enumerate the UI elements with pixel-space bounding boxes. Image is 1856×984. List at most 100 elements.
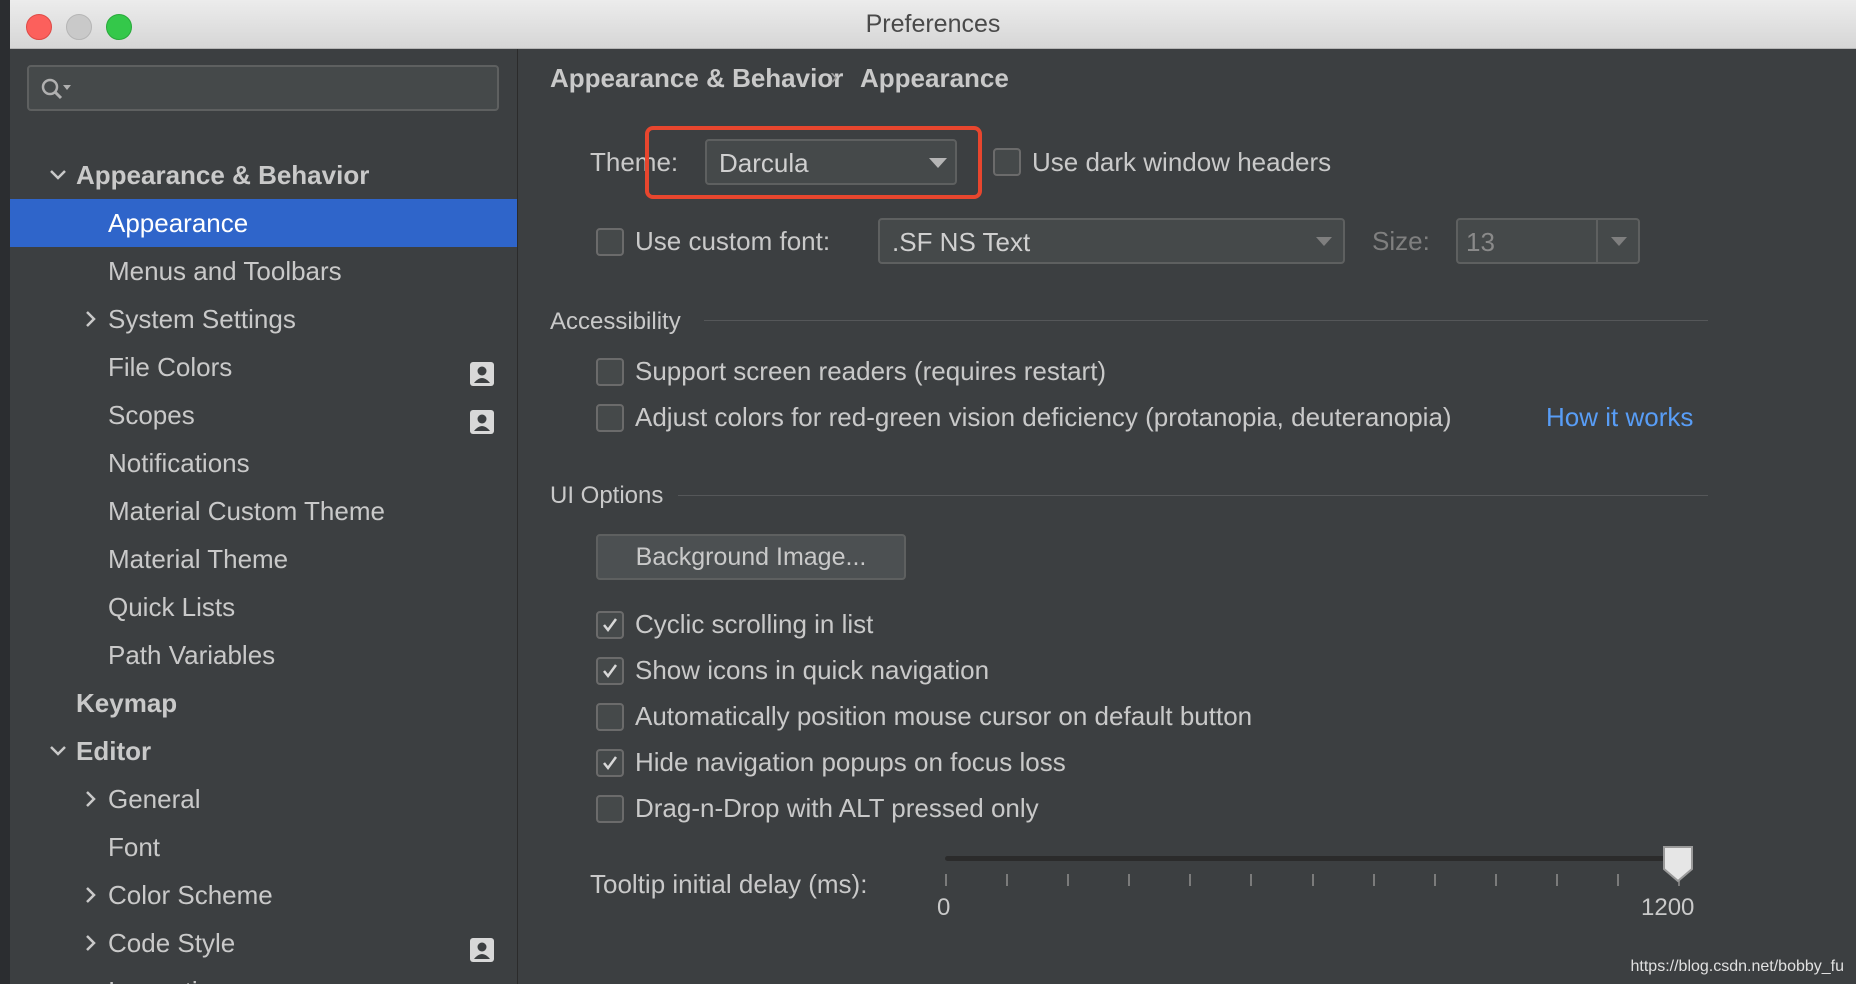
chevron-right-icon[interactable] [78,931,102,955]
sidebar-item-code-style[interactable]: Code Style [10,919,517,967]
slider-tick [1067,874,1069,886]
appearance-settings-panel: Appearance & Behavior › Appearance Theme… [518,49,1856,984]
sidebar-item-general[interactable]: General [10,775,517,823]
sidebar-item-appearance-behavior[interactable]: Appearance & Behavior [10,151,517,199]
settings-search-input[interactable] [27,65,499,111]
chevron-right-icon[interactable] [78,787,102,811]
sidebar-item-menus-and-toolbars[interactable]: Menus and Toolbars [10,247,517,295]
sidebar-item-label: Font [108,832,161,862]
slider-tick [1373,874,1375,886]
combo-divider [1596,220,1598,262]
project-icon [469,402,495,434]
project-icon [469,354,495,386]
background-image-button[interactable]: Background Image... [596,534,906,580]
sidebar-item-label: System Settings [108,304,296,334]
hide-navigation-popups-on-focus-loss-checkbox[interactable] [596,749,624,777]
custom-font-dropdown[interactable]: .SF NS Text [878,218,1345,264]
chevron-down-icon [1600,220,1640,262]
sidebar-item-color-scheme[interactable]: Color Scheme [10,871,517,919]
color-deficiency-label: Adjust colors for red-green vision defic… [635,402,1452,432]
watermark-text: https://blog.csdn.net/bobby_fu [1630,958,1844,975]
accessibility-section-title: Accessibility [550,308,681,335]
slider-tick [1617,874,1619,886]
tooltip-delay-slider-thumb[interactable] [1662,845,1694,883]
color-deficiency-checkbox[interactable] [596,404,624,432]
slider-tick [945,874,947,886]
chevron-down-icon [1305,220,1345,262]
font-size-label: Size: [1372,226,1430,256]
sidebar-item-appearance[interactable]: Appearance [10,199,517,247]
chevron-down-icon[interactable] [46,739,70,763]
screen-readers-checkbox[interactable] [596,358,624,386]
slider-tick [1495,874,1497,886]
sidebar-item-label: Appearance [108,208,249,238]
section-divider [704,320,1708,321]
slider-tick [1128,874,1130,886]
sidebar-item-path-variables[interactable]: Path Variables [10,631,517,679]
hide-navigation-popups-on-focus-loss-label: Hide navigation popups on focus loss [635,747,1066,777]
breadcrumb-separator: › [830,63,838,90]
sidebar-item-label: Material Custom Theme [108,496,385,526]
breadcrumb-parent[interactable]: Appearance & Behavior [550,63,843,94]
chevron-right-icon[interactable] [78,307,102,331]
window-title: Preferences [865,10,1001,38]
custom-font-value: .SF NS Text [892,227,1031,257]
sidebar-item-notifications[interactable]: Notifications [10,439,517,487]
drag-n-drop-with-alt-pressed-only-checkbox[interactable] [596,795,624,823]
dark-window-headers-label: Use dark window headers [1032,147,1332,177]
annotation-highlight-box [645,126,982,199]
sidebar-item-font[interactable]: Font [10,823,517,871]
dark-window-headers-checkbox[interactable] [993,148,1021,176]
custom-font-label: Use custom font: [635,226,831,256]
sidebar-item-label: Material Theme [108,544,289,574]
slider-tick [1006,874,1008,886]
search-icon [39,75,75,103]
drag-n-drop-with-alt-pressed-only-label: Drag-n-Drop with ALT pressed only [635,793,1039,823]
sidebar-item-label: File Colors [108,352,233,382]
settings-sidebar: Appearance & Behavior Appearance Menus and… [10,49,518,984]
section-divider [678,495,1708,496]
sidebar-item-editor[interactable]: Editor [10,727,517,775]
sidebar-item-inspections[interactable]: Inspections [10,967,517,984]
sidebar-item-system-settings[interactable]: System Settings [10,295,517,343]
slider-tick [1312,874,1314,886]
chevron-right-icon[interactable] [78,883,102,907]
sidebar-item-label: Scopes [108,400,195,430]
tooltip-delay-label: Tooltip initial delay (ms): [590,869,868,899]
sidebar-item-label: Appearance & Behavior [76,160,370,190]
sidebar-item-quick-lists[interactable]: Quick Lists [10,583,517,631]
sidebar-item-label: Notifications [108,448,250,478]
tooltip-delay-slider-track[interactable] [945,856,1678,861]
slider-max-label: 1200 [1641,894,1695,921]
cyclic-scrolling-in-list-checkbox[interactable] [596,611,624,639]
screen-readers-label: Support screen readers (requires restart… [635,356,1107,386]
sidebar-item-label: General [108,784,201,814]
automatically-position-mouse-cursor-on-default-button-checkbox[interactable] [596,703,624,731]
show-icons-in-quick-navigation-label: Show icons in quick navigation [635,655,990,685]
project-icon [469,930,495,962]
slider-tick [1556,874,1558,886]
ui-options-section-title: UI Options [550,482,664,509]
font-size-value: 13 [1466,227,1495,257]
font-size-combo[interactable]: 13 [1456,218,1640,264]
sidebar-item-scopes[interactable]: Scopes [10,391,517,439]
slider-tick [1434,874,1436,886]
sidebar-item-keymap[interactable]: Keymap [10,679,517,727]
sidebar-item-file-colors[interactable]: File Colors [10,343,517,391]
sidebar-item-label: Color Scheme [108,880,273,910]
sidebar-item-material-theme[interactable]: Material Theme [10,535,517,583]
sidebar-item-label: Code Style [108,928,236,958]
slider-tick [1250,874,1252,886]
chevron-down-icon[interactable] [46,163,70,187]
sidebar-item-label: Quick Lists [108,592,236,622]
preferences-window: Preferences Appearance & Behavior Appeara… [10,0,1856,984]
sidebar-item-label: Inspections [108,967,240,984]
sidebar-item-material-custom-theme[interactable]: Material Custom Theme [10,487,517,535]
custom-font-checkbox[interactable] [596,228,624,256]
project-icon [469,978,495,984]
how-it-works-link[interactable]: How it works [1546,402,1693,433]
sidebar-item-label: Keymap [76,688,178,718]
show-icons-in-quick-navigation-checkbox[interactable] [596,657,624,685]
slider-min-label: 0 [937,894,951,921]
sidebar-item-label: Editor [76,736,152,766]
